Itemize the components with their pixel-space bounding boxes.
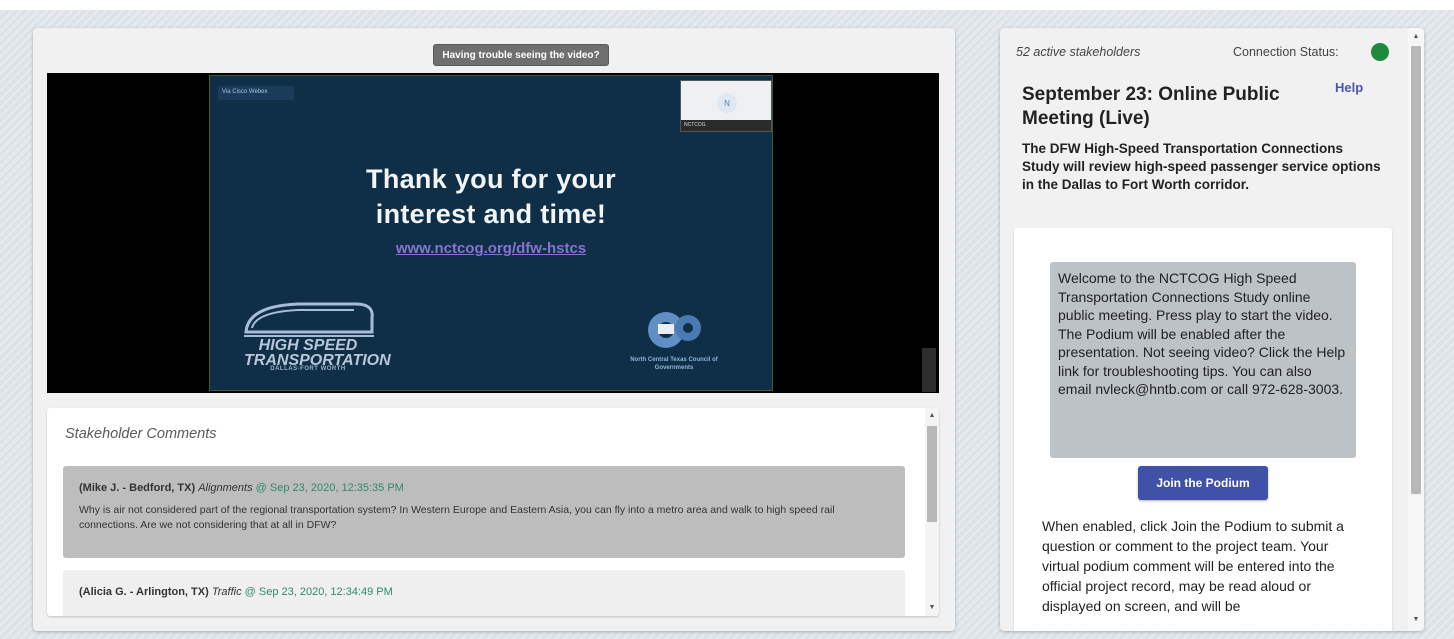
comment-header: (Mike J. - Bedford, TX) Alignments @ Sep… — [79, 482, 889, 494]
video-panel: Having trouble seeing the video? Via Cis… — [33, 28, 955, 631]
slide-title-line1: Thank you for your — [366, 164, 616, 194]
nctcog-logo: North Central Texas Council of Governmen… — [628, 304, 720, 384]
scroll-up-icon[interactable]: ▲ — [927, 411, 937, 421]
slide-title: Thank you for your interest and time! — [210, 162, 772, 232]
high-speed-logo: HIGH SPEED TRANSPORTATION DALLAS-FORT WO… — [238, 298, 391, 376]
welcome-message: Welcome to the NCTCOG High Speed Transpo… — [1050, 262, 1356, 458]
podium-card: Welcome to the NCTCOG High Speed Transpo… — [1014, 228, 1392, 631]
join-podium-button[interactable]: Join the Podium — [1138, 466, 1268, 500]
high-speed-logo-subtitle: DALLAS-FORT WORTH — [270, 366, 346, 372]
participant-name: NCTCOG — [681, 120, 771, 131]
comment-author: (Mike J. - Bedford, TX) — [79, 482, 196, 494]
comments-scrollbar-thumb[interactable] — [927, 426, 937, 522]
comment-topic: Alignments — [198, 482, 253, 494]
connection-status-label: Connection Status: — [1233, 45, 1339, 59]
connection-status-icon — [1371, 43, 1389, 61]
comment-topic: Traffic — [211, 586, 242, 598]
comment-timestamp: @ Sep 23, 2020, 12:35:35 PM — [255, 482, 404, 494]
help-link[interactable]: Help — [1335, 80, 1363, 95]
sidebar-scrollbar-thumb[interactable] — [1411, 46, 1421, 494]
comment-item: (Alicia G. - Arlington, TX) Traffic @ Se… — [63, 570, 905, 616]
stakeholder-comments: Stakeholder Comments (Mike J. - Bedford,… — [47, 408, 939, 616]
comment-item: (Mike J. - Bedford, TX) Alignments @ Sep… — [63, 466, 905, 558]
comments-scrollbar[interactable]: ▲ ▼ — [925, 408, 939, 616]
participant-thumbnail: N NCTCOG — [680, 80, 772, 132]
slide-title-line2: interest and time! — [375, 199, 607, 229]
comment-timestamp: @ Sep 23, 2020, 12:34:49 PM — [244, 586, 393, 598]
comment-body: Why is air not considered part of the re… — [79, 504, 835, 531]
top-bar — [0, 0, 1454, 10]
nctcog-logo-text: North Central Texas Council of Governmen… — [630, 357, 718, 371]
train-icon — [244, 302, 374, 337]
sidebar-scrollbar[interactable]: ▲ ▼ — [1408, 28, 1424, 631]
slide-link: www.nctcog.org/dfw-hstcs — [395, 240, 587, 257]
video-player[interactable]: Via Cisco Webex N NCTCOG Thank you for y… — [47, 73, 939, 393]
meeting-info-panel: 52 active stakeholders Connection Status… — [1000, 28, 1424, 631]
podium-instructions: When enabled, click Join the Podium to s… — [1042, 518, 1344, 614]
meeting-description: The DFW High-Speed Transportation Connec… — [1022, 141, 1381, 192]
video-control-strip[interactable] — [922, 348, 936, 392]
scroll-up-icon[interactable]: ▲ — [1411, 32, 1421, 42]
presentation-slide: Via Cisco Webex N NCTCOG Thank you for y… — [209, 75, 936, 392]
gear-icon — [648, 312, 701, 348]
logo-line-1: HIGH SPEED — [258, 337, 358, 354]
scroll-down-icon[interactable]: ▼ — [927, 603, 937, 613]
participant-avatar: N — [717, 93, 737, 113]
comments-title: Stakeholder Comments — [65, 426, 217, 442]
comment-author: (Alicia G. - Arlington, TX) — [79, 586, 209, 598]
active-stakeholders-count: 52 active stakeholders — [1016, 45, 1141, 59]
scroll-down-icon[interactable]: ▼ — [1411, 615, 1421, 625]
meeting-title: September 23: Online Public Meeting (Liv… — [1022, 84, 1280, 129]
high-speed-logo-text: HIGH SPEED TRANSPORTATION — [244, 337, 391, 369]
webex-label: Via Cisco Webex — [218, 86, 294, 100]
comment-header: (Alicia G. - Arlington, TX) Traffic @ Se… — [79, 586, 889, 598]
trouble-video-button[interactable]: Having trouble seeing the video? — [433, 44, 609, 66]
